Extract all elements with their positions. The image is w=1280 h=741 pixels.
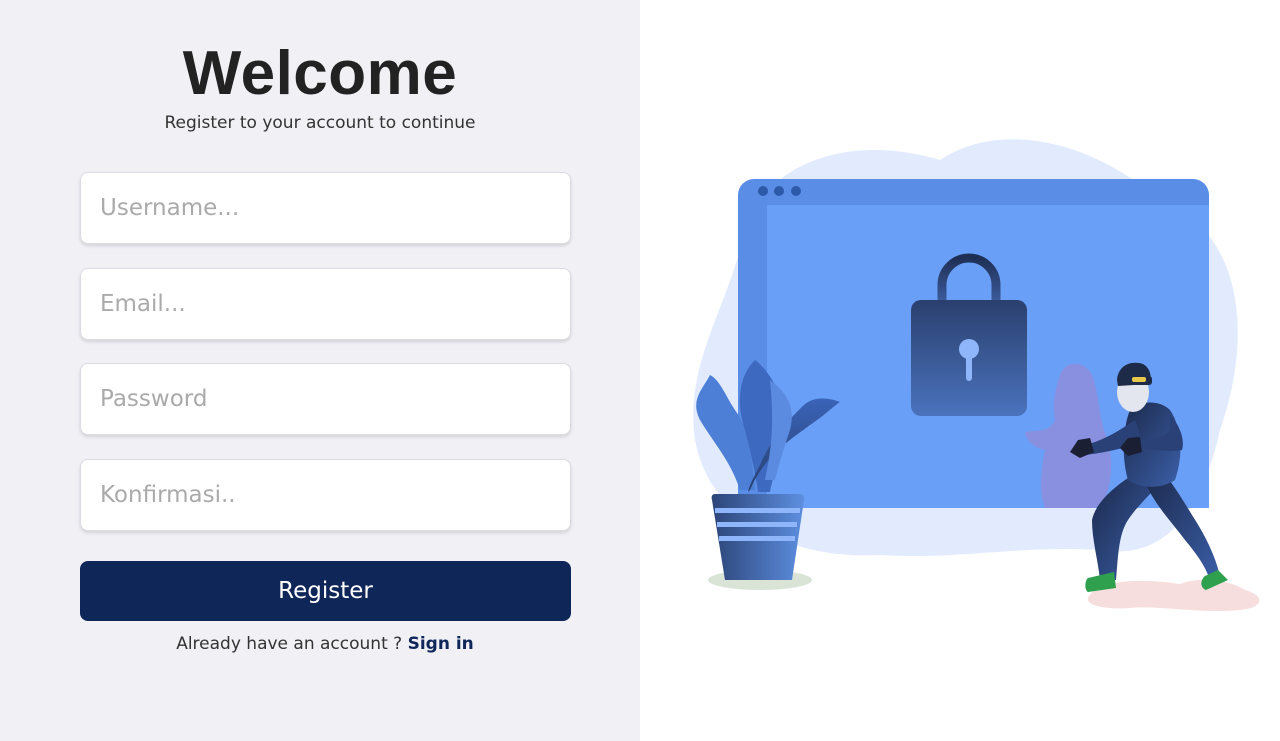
window-dot-icon <box>774 186 784 196</box>
signin-link[interactable]: Sign in <box>408 634 474 654</box>
page-subtitle: Register to your account to continue <box>164 113 476 133</box>
username-input[interactable] <box>80 172 571 244</box>
password-input[interactable] <box>80 363 571 435</box>
page-title: Welcome <box>182 39 458 108</box>
signin-prompt: Already have an account ? <box>176 634 403 654</box>
security-illustration <box>693 139 1260 612</box>
register-panel: Welcome Register to your account to cont… <box>0 0 640 741</box>
signin-row: Already have an account ? Sign in <box>0 634 650 654</box>
window-dot-icon <box>758 186 768 196</box>
window-dot-icon <box>791 186 801 196</box>
illustration-panel <box>640 0 1280 741</box>
confirm-password-input[interactable] <box>80 459 571 531</box>
register-button[interactable]: Register <box>80 561 571 621</box>
email-input[interactable] <box>80 268 571 340</box>
